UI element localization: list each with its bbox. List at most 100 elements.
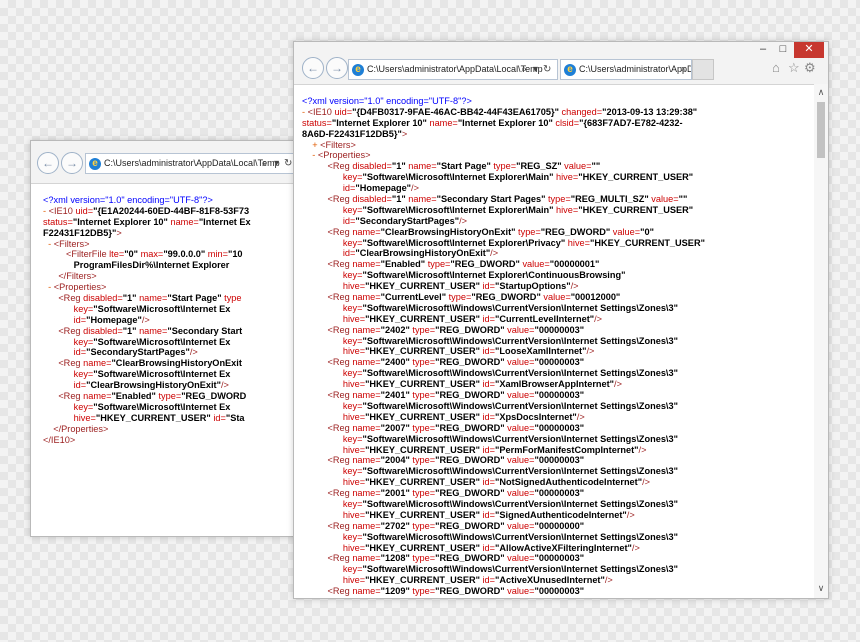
xml-line: <Reg disabled="1" name="Secondary Start bbox=[43, 326, 251, 337]
xml-line: <FilterFile lte="0" max="99.0.0.0" min="… bbox=[43, 249, 251, 260]
xml-line: <Reg name="Enabled" type="REG_DWORD" val… bbox=[302, 259, 705, 270]
xml-token: "2401" bbox=[380, 390, 413, 401]
xml-token: value= bbox=[507, 357, 535, 368]
xml-token: value= bbox=[522, 259, 550, 270]
xml-token: key= bbox=[302, 400, 363, 411]
xml-token: value= bbox=[507, 455, 535, 466]
xml-line: key="Software\Microsoft\Windows\CurrentV… bbox=[302, 368, 705, 379]
back-arrow-left-icon[interactable]: ← bbox=[37, 152, 59, 174]
xml-token: "Secondary Start Pages" bbox=[436, 194, 548, 205]
front-refresh-icon[interactable]: ↻ bbox=[543, 60, 551, 79]
star-icon[interactable]: ☆ bbox=[788, 60, 800, 76]
back-search-icon[interactable]: ⌕ bbox=[262, 154, 268, 173]
xml-token: "HKEY_CURRENT_USER" bbox=[365, 509, 483, 520]
xml-token: + bbox=[302, 139, 321, 150]
xml-line: hive="HKEY_CURRENT_USER" id="PermForMani… bbox=[302, 445, 705, 456]
xml-token: disabled= bbox=[352, 161, 392, 172]
xml-line: - <IE10 uid="{D4FB0317-9FAE-46AC-BB42-44… bbox=[302, 107, 705, 118]
xml-token: "Software\Microsoft\Windows\CurrentVersi… bbox=[362, 498, 678, 509]
xml-token: "2013-09-13 13:29:38" bbox=[602, 106, 698, 117]
xml-line: <Reg name="ClearBrowsingHistoryOnExit" t… bbox=[302, 227, 705, 238]
xml-token: "00000001" bbox=[549, 259, 600, 270]
xml-token: key= bbox=[302, 564, 363, 575]
xml-token: /> bbox=[631, 542, 640, 553]
scroll-up-icon[interactable]: ∧ bbox=[814, 86, 828, 98]
xml-token: name= bbox=[352, 324, 381, 335]
xml-line: <Reg name="2004" type="REG_DWORD" value=… bbox=[302, 455, 705, 466]
xml-token: id= bbox=[43, 380, 87, 391]
xml-token: value= bbox=[507, 553, 535, 564]
home-icon[interactable]: ⌂ bbox=[772, 60, 780, 75]
xml-line: - <Properties> bbox=[43, 282, 251, 293]
tab-active[interactable]: eC:\Users\administrator\AppData\Lo... × bbox=[560, 59, 692, 80]
xml-token: name= bbox=[83, 358, 112, 369]
xml-line: <Reg name="2702" type="REG_DWORD" value=… bbox=[302, 521, 705, 532]
xml-token: changed= bbox=[561, 106, 603, 117]
xml-token: name= bbox=[352, 586, 381, 597]
minimize-button[interactable]: – bbox=[754, 42, 772, 58]
back-dropdown-icon[interactable]: ▾ bbox=[274, 154, 279, 173]
xml-token: "00000003" bbox=[534, 553, 585, 564]
new-tab-button[interactable] bbox=[692, 59, 714, 80]
front-address-text: C:\Users\administrator\AppData\Local\Tem… bbox=[367, 64, 543, 74]
xml-line: key="Software\Microsoft\Windows\CurrentV… bbox=[302, 466, 705, 477]
xml-token: disabled= bbox=[83, 325, 123, 336]
back-arrow-right-icon[interactable]: → bbox=[61, 152, 83, 174]
scroll-down-icon[interactable]: ∨ bbox=[814, 582, 828, 594]
xml-token: min= bbox=[207, 249, 228, 260]
front-search-icon[interactable]: ⌕ bbox=[521, 60, 527, 79]
xml-token: id= bbox=[43, 347, 87, 358]
xml-line: id="SecondaryStartPages"/> bbox=[43, 347, 251, 358]
tab-close-icon[interactable]: × bbox=[681, 60, 686, 79]
xml-token: hive= bbox=[302, 444, 366, 455]
xml-token: hive= bbox=[302, 542, 366, 553]
xml-line: </Filters> bbox=[43, 271, 251, 282]
xml-token: 8A6D-F22431F12DB5}" bbox=[302, 128, 402, 139]
xml-token: "10 bbox=[227, 249, 243, 260]
xml-line: key="Software\Microsoft\Windows\CurrentV… bbox=[302, 564, 705, 575]
xml-token: "HKEY_CURRENT_USER" bbox=[365, 379, 483, 390]
xml-token: "Start Page" bbox=[167, 293, 225, 304]
xml-token: value= bbox=[507, 586, 535, 597]
xml-line: id="Homepage"/> bbox=[43, 315, 251, 326]
xml-token: max= bbox=[140, 249, 164, 260]
front-arrow-right-icon[interactable]: → bbox=[326, 57, 348, 79]
xml-token: <FilterFile bbox=[43, 249, 110, 260]
xml-token: "Software\Microsoft\Internet Explorer\Ma… bbox=[362, 204, 557, 215]
xml-token: "HKEY_CURRENT_USER" bbox=[578, 172, 694, 183]
xml-token: "REG_DWORD" bbox=[435, 324, 508, 335]
xml-token: "00000003" bbox=[534, 455, 585, 466]
xml-line: key="Software\Microsoft\Internet Ex bbox=[43, 402, 251, 413]
xml-token: id= bbox=[482, 313, 496, 324]
xml-token: key= bbox=[302, 531, 363, 542]
back-toolbar: ← → e C:\Users\administrator\AppData\Loca… bbox=[31, 141, 331, 184]
xml-token: clsid= bbox=[555, 117, 580, 128]
xml-token: name= bbox=[408, 194, 437, 205]
ie-logo-icon: e bbox=[89, 157, 101, 170]
xml-token: "0" bbox=[124, 249, 141, 260]
front-dropdown-icon[interactable]: ▾ bbox=[533, 60, 538, 79]
back-refresh-icon[interactable]: ↻ bbox=[284, 154, 292, 173]
maximize-button[interactable]: □ bbox=[774, 42, 792, 58]
front-address-bar[interactable]: e C:\Users\administrator\AppData\Local\Te… bbox=[348, 59, 558, 80]
xml-token: name= bbox=[429, 117, 458, 128]
gear-icon[interactable]: ⚙ bbox=[804, 60, 816, 76]
xml-line: key="Software\Microsoft\Internet Ex bbox=[43, 369, 251, 380]
xml-token: "{E1A20244-60ED-44BF-81F8-53F73 bbox=[93, 205, 250, 216]
vertical-scrollbar[interactable]: ∧ ∨ bbox=[814, 84, 828, 598]
front-arrow-left-icon[interactable]: ← bbox=[302, 57, 324, 79]
close-button[interactable]: ✕ bbox=[794, 42, 824, 58]
xml-token: id= bbox=[482, 477, 496, 488]
xml-line: </Properties> bbox=[43, 424, 251, 435]
xml-line: ProgramFilesDir%\Internet Explorer bbox=[43, 260, 251, 271]
xml-token: key= bbox=[302, 172, 363, 183]
xml-token: key= bbox=[302, 237, 363, 248]
xml-token: "REG_DWORD" bbox=[435, 390, 508, 401]
xml-token: <Reg bbox=[43, 391, 84, 402]
scroll-thumb[interactable] bbox=[817, 102, 825, 158]
xml-token: "00000003" bbox=[534, 357, 585, 368]
xml-line: key="Software\Microsoft\Windows\CurrentV… bbox=[302, 303, 705, 314]
xml-token: hive= bbox=[302, 411, 366, 422]
xml-token: "NotSignedAuthenticodeInternet" bbox=[495, 477, 643, 488]
xml-token: /> bbox=[490, 248, 499, 259]
